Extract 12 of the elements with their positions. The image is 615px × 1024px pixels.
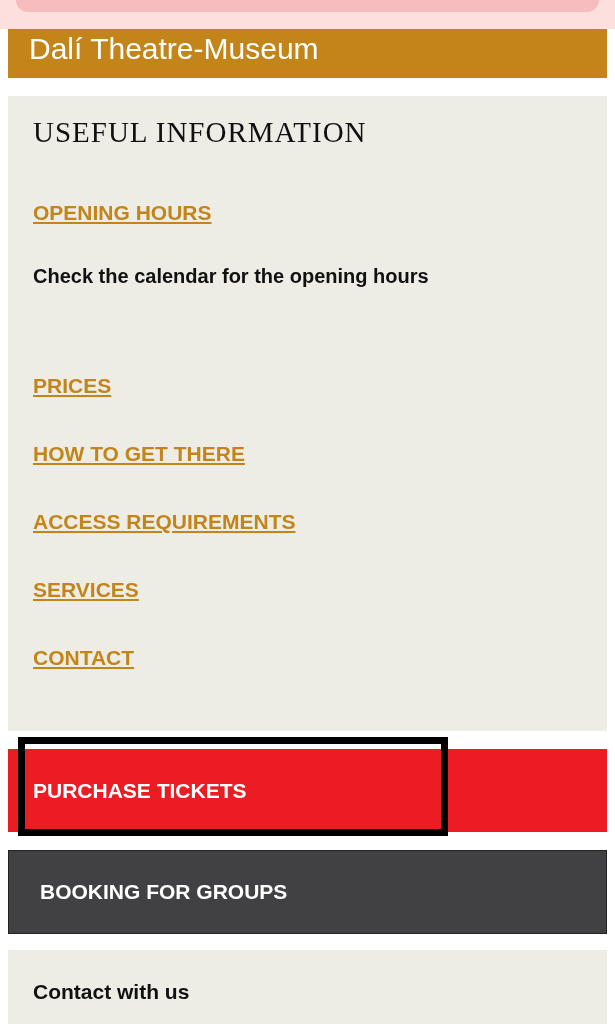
info-link[interactable]: SERVICES xyxy=(33,578,139,602)
contact-title: Contact with us xyxy=(33,980,190,1003)
info-link[interactable]: OPENING HOURS xyxy=(33,201,212,225)
info-link[interactable]: PRICES xyxy=(33,374,112,398)
nav-button[interactable]: BOOKING FOR GROUPS xyxy=(8,850,607,934)
nav-button[interactable]: PURCHASE TICKETS xyxy=(8,749,607,832)
section-heading: USEFUL INFORMATION xyxy=(33,116,368,149)
info-link[interactable]: HOW TO GET THERE xyxy=(33,442,245,466)
info-link[interactable]: ACCESS REQUIREMENTS xyxy=(33,510,296,534)
info-link[interactable]: CONTACT xyxy=(33,646,135,670)
info-text: Check the calendar for the opening hours xyxy=(33,265,430,288)
page-title: Dalí Theatre-Museum xyxy=(29,31,319,67)
